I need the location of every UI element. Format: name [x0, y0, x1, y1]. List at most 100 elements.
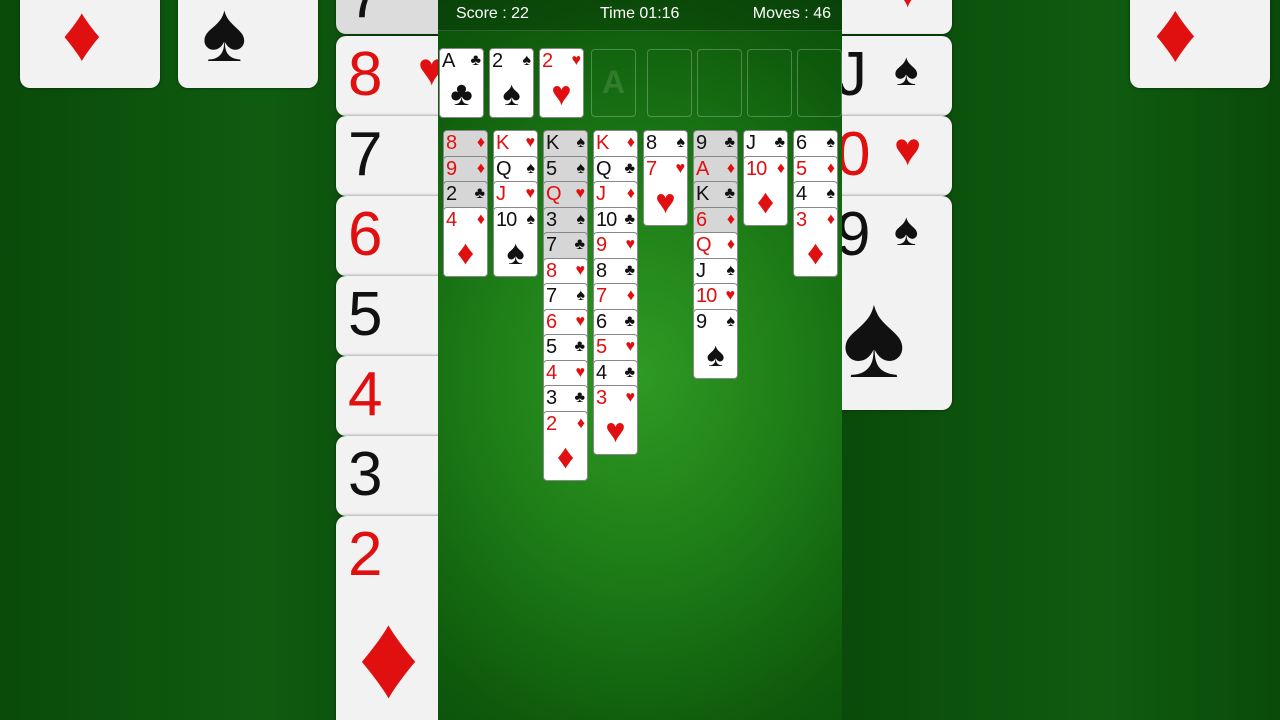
- diamond-icon: ♦: [726, 160, 735, 177]
- diamond-icon: ♦: [776, 160, 785, 177]
- card-rank: 10: [696, 285, 717, 307]
- foundation-slot-empty[interactable]: A: [591, 49, 636, 117]
- bg-card-rank: 3: [348, 440, 383, 509]
- card-rank: A: [442, 50, 455, 72]
- slot-ace-placeholder: A: [601, 64, 626, 100]
- diamond-icon: ♦: [626, 134, 635, 151]
- heart-icon: ♥: [551, 75, 572, 113]
- card-rank: J: [746, 132, 756, 154]
- tableau-card[interactable]: 3 ♦ ♦: [793, 207, 838, 277]
- card-rank: 10: [596, 209, 617, 231]
- spade-icon: ♠: [706, 336, 725, 374]
- diamond-icon: ♦: [726, 236, 735, 253]
- tableau-card[interactable]: 9 ♠ ♠: [693, 309, 738, 379]
- bg-card-suit: ♦: [1154, 0, 1197, 79]
- spade-icon: ♠: [526, 160, 536, 177]
- club-icon: ♣: [624, 160, 636, 177]
- bg-card: 4: [336, 356, 438, 436]
- tableau-card[interactable]: 2 ♦ ♦: [543, 411, 588, 481]
- spade-icon: ♠: [826, 134, 836, 151]
- club-icon: ♣: [574, 338, 586, 355]
- bg-card: ♦: [20, 0, 160, 88]
- heart-icon: ♥: [525, 185, 536, 202]
- spade-icon: ♠: [526, 211, 536, 228]
- tableau-card[interactable]: 10 ♠ ♠: [493, 207, 538, 277]
- club-icon: ♣: [450, 75, 473, 113]
- bg-card-suit: ♥: [894, 123, 922, 175]
- heart-icon: ♥: [625, 389, 636, 406]
- bg-card-suit: ♦: [358, 589, 420, 720]
- freecell-slot-empty[interactable]: [647, 49, 692, 117]
- freecell-slot-empty[interactable]: [697, 49, 742, 117]
- bg-card-rank: 7: [348, 0, 382, 28]
- card-rank: 6: [546, 311, 557, 333]
- tableau-card[interactable]: 3 ♥ ♥: [593, 385, 638, 455]
- heart-icon: ♥: [525, 134, 536, 151]
- card-rank: 10: [746, 158, 767, 180]
- tableau-card[interactable]: 4 ♦ ♦: [443, 207, 488, 277]
- club-icon: ♣: [624, 211, 636, 228]
- game-board: Score : 22 Time 01:16 Moves : 46 A ♣ ♣ 2…: [438, 0, 842, 720]
- card-rank: 3: [546, 209, 557, 231]
- diamond-icon: ♦: [826, 211, 835, 228]
- card-rank: 7: [596, 285, 607, 307]
- card-rank: K: [696, 183, 709, 205]
- spade-icon: ♠: [576, 160, 586, 177]
- freecell-slot-empty[interactable]: [747, 49, 792, 117]
- card-rank: 10: [496, 209, 517, 231]
- card-rank: K: [546, 132, 559, 154]
- card-suit-small: ♣: [470, 52, 482, 69]
- club-icon: ♣: [724, 185, 736, 202]
- diamond-icon: ♦: [626, 185, 635, 202]
- card-rank: 3: [796, 209, 807, 231]
- card-rank: 3: [596, 387, 607, 409]
- spade-icon: ♠: [502, 75, 521, 113]
- club-icon: ♣: [624, 364, 636, 381]
- spade-icon: ♠: [576, 211, 586, 228]
- tableau-card[interactable]: 7 ♥ ♥: [643, 156, 688, 226]
- card-rank: J: [496, 183, 506, 205]
- bg-card-rank: 5: [348, 280, 383, 349]
- bg-card: 2 ♦: [336, 516, 438, 720]
- heart-icon: ♥: [575, 185, 586, 202]
- bg-card-rank: 0: [842, 120, 871, 189]
- heart-icon: ♥: [675, 160, 686, 177]
- card-rank: 5: [546, 158, 557, 180]
- foundation-card[interactable]: A ♣ ♣: [439, 48, 484, 118]
- heart-icon: ♥: [625, 338, 636, 355]
- background-left: ♦ ♠ 7 8 ♥ 7 6 5 4 3 2 ♦: [0, 0, 438, 720]
- heart-icon: ♥: [575, 364, 586, 381]
- card-rank: 8: [446, 132, 457, 154]
- card-rank: 6: [696, 209, 707, 231]
- diamond-icon: ♦: [806, 234, 825, 272]
- bg-card-rank: 6: [348, 200, 383, 269]
- bg-card-big-suit: ♠: [842, 269, 906, 403]
- bg-card: 8 ♥: [336, 36, 438, 116]
- bg-card: J ♠: [842, 36, 952, 116]
- diamond-icon: ♦: [756, 183, 775, 221]
- diamond-icon: ♦: [556, 438, 575, 476]
- spade-icon: ♠: [826, 185, 836, 202]
- club-icon: ♣: [724, 134, 736, 151]
- card-rank: J: [696, 260, 706, 282]
- card-rank: 7: [546, 234, 557, 256]
- card-rank: 7: [546, 285, 557, 307]
- bg-card-suit: ♥: [894, 0, 921, 14]
- bg-card: 0 ♥: [842, 116, 952, 196]
- card-rank: 3: [546, 387, 557, 409]
- freecell-slot-empty[interactable]: [797, 49, 842, 117]
- card-rank: K: [496, 132, 509, 154]
- foundation-card[interactable]: 2 ♠ ♠: [489, 48, 534, 118]
- spade-icon: ♠: [726, 313, 736, 330]
- club-icon: ♣: [624, 313, 636, 330]
- tableau-card[interactable]: 10 ♦ ♦: [743, 156, 788, 226]
- card-rank: K: [596, 132, 609, 154]
- card-rank: 5: [596, 336, 607, 358]
- club-icon: ♣: [624, 262, 636, 279]
- foundation-card[interactable]: 2 ♥ ♥: [539, 48, 584, 118]
- bg-card-suit: ♠: [894, 43, 919, 95]
- card-rank: 2: [542, 50, 553, 72]
- card-suit-small: ♥: [571, 52, 582, 69]
- time-label: Time 01:16: [600, 5, 680, 22]
- card-rank: 5: [796, 158, 807, 180]
